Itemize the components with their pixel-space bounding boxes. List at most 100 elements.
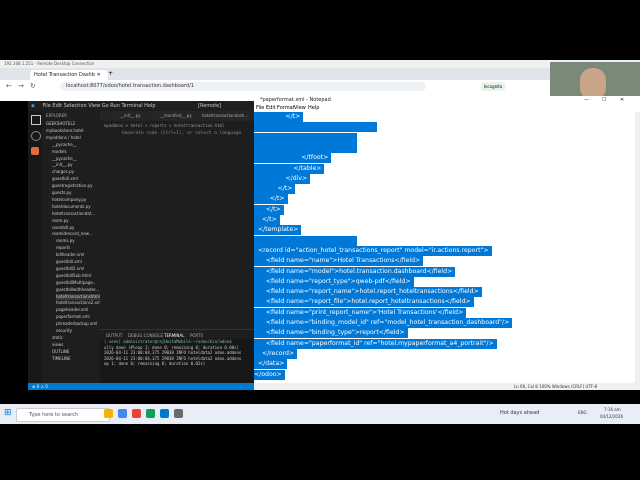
tree-item[interactable]: myaddons / hotel — [46, 135, 81, 142]
remote-desktop-titlebar: 192.168.1.251 - Remote Desktop Connectio… — [0, 60, 640, 68]
terminal[interactable]: (.venv) administrator@rajHostaMobile:~/o… — [100, 339, 254, 383]
explorer-sidebar: EXPLORER GEEKSHOTEL2 mybookstore.hotel mya… — [42, 111, 100, 383]
tree-item[interactable]: guestbill2.xml — [56, 266, 84, 273]
tree-item[interactable]: charges.py — [52, 169, 74, 176]
tree-item[interactable]: pageheader.xml — [56, 307, 88, 314]
app-icon[interactable] — [132, 409, 141, 418]
address-bar[interactable]: localhost:8077/odoo/hotel.transaction.da… — [60, 82, 426, 91]
editor-tab[interactable]: hoteltransactiondash... — [202, 113, 248, 118]
tree-item[interactable]: roombill.py — [52, 225, 74, 232]
tree-item[interactable]: GEEKSHOTEL2 — [46, 121, 75, 128]
editor-tab[interactable]: __init__.py — [120, 113, 141, 118]
browser-tab-title: Hotel Transaction Dashb — [34, 72, 95, 78]
back-icon[interactable]: ← — [6, 82, 12, 90]
notepad-line: <field name="name">Hotel Transactions</f… — [254, 256, 424, 267]
notepad-line — [254, 235, 357, 246]
tree-item[interactable]: guestbillMultipage... — [56, 280, 97, 287]
tree-item[interactable]: rooms.py — [56, 238, 75, 245]
tree-item[interactable]: __init__.py — [52, 162, 73, 169]
chrome-icon[interactable] — [118, 409, 127, 418]
tab-ports[interactable]: PORTS — [190, 333, 203, 338]
notepad-line: <field name="report_type">qweb-pdf</fiel… — [254, 276, 414, 287]
tree-item[interactable]: __pycache__ — [52, 156, 77, 163]
weather-widget[interactable]: Hot days ahead — [500, 410, 539, 416]
notepad-line: </t> — [254, 112, 304, 122]
git-icon[interactable] — [31, 147, 39, 155]
tree-item[interactable]: TIMELINE — [52, 356, 71, 363]
browser-tabstrip: Hotel Transaction Dashb ✕ + — [0, 68, 640, 80]
reload-icon[interactable]: ↻ — [30, 82, 36, 90]
breadcrumb: myaddons > hotel > reports > hoteltransa… — [104, 123, 225, 128]
tree-item[interactable]: guestbill.xml — [56, 259, 82, 266]
tab-output[interactable]: OUTPUT — [106, 333, 122, 338]
tree-item[interactable]: models — [52, 149, 67, 156]
notepad-line: </table> — [254, 163, 325, 174]
browser-tab[interactable]: Hotel Transaction Dashb ✕ — [30, 70, 108, 80]
menu-view[interactable]: View — [294, 105, 306, 112]
notepad-line — [254, 122, 377, 133]
tree-item[interactable]: mybookstore.hotel — [46, 128, 84, 135]
tree-item[interactable]: hoteltransactionshtml — [56, 293, 100, 301]
vscode-icon[interactable] — [160, 409, 169, 418]
notepad-statusbar: Ln 66, Col 8 100% Windows (CRLF) UTF-8 — [254, 383, 640, 390]
notepad-line: <field name="binding_type">report</field… — [254, 328, 408, 339]
file-explorer-icon[interactable] — [104, 409, 113, 418]
editor-tab[interactable]: __manifest__.py — [160, 113, 192, 118]
tree-item[interactable]: guestbillSub.html — [56, 273, 91, 280]
terminal-line: 2026-04-11 23:00:04,375 29038 INFO hotel… — [104, 350, 242, 355]
tab-debug-console[interactable]: DEBUG CONSOLE — [128, 333, 163, 338]
tree-item[interactable]: hoteltransactiondat... — [52, 211, 95, 218]
tree-item[interactable]: reports — [56, 245, 70, 252]
tree-item[interactable]: guestbill.xml — [52, 176, 78, 183]
close-icon[interactable]: ✕ — [620, 96, 624, 105]
notepad-line: </data> — [254, 359, 288, 370]
app-icon[interactable] — [174, 409, 183, 418]
app-icon[interactable] — [146, 409, 155, 418]
language-indicator[interactable]: ENG — [578, 410, 587, 415]
notepad-line: </t> — [254, 215, 280, 225]
tree-item[interactable]: OUTLINE — [52, 349, 69, 356]
tree-item[interactable]: roomidrecord_new... — [52, 231, 93, 238]
maximize-icon[interactable]: ☐ — [602, 96, 606, 105]
tree-item[interactable]: hoteltransactions2.xml — [56, 300, 100, 307]
menu-help[interactable]: Help — [308, 105, 319, 112]
notepad-line: </t> — [254, 204, 284, 215]
forward-icon[interactable]: → — [18, 82, 24, 90]
tree-item[interactable]: guests.py — [52, 190, 71, 197]
vscode-statusbar: ⊗ 0 ⚠ 0 — [28, 383, 254, 390]
explorer-header: EXPLORER — [46, 113, 67, 118]
menu-format[interactable]: Format — [277, 105, 295, 112]
profile-badge[interactable]: Incognito — [480, 82, 506, 91]
minimize-icon[interactable]: — — [584, 96, 589, 105]
menu-file[interactable]: File — [256, 105, 264, 112]
tree-item[interactable]: views — [52, 342, 63, 349]
notepad-scrollbar[interactable] — [635, 112, 640, 383]
notepad-title: *paperformat.xml - Notepad — [260, 97, 331, 103]
search-icon[interactable] — [31, 131, 41, 141]
notepad-text-area[interactable]: </t> </tfoot> </table> </div> </t> </t> … — [254, 112, 635, 383]
problems-count[interactable]: ⊗ 0 ⚠ 0 — [28, 384, 48, 389]
code-editor[interactable]: myaddons > hotel > reports > hoteltransa… — [100, 121, 254, 329]
notepad-line: <field name="paperformat_id" ref="hotel.… — [254, 338, 497, 349]
tree-item[interactable]: security — [56, 328, 72, 335]
windows-start-icon[interactable]: ⊞ — [4, 408, 12, 418]
tab-terminal[interactable]: TERMINAL — [164, 333, 184, 338]
tree-item[interactable]: guestregistration.py — [52, 183, 92, 190]
new-tab-icon[interactable]: + — [108, 70, 113, 77]
tree-item[interactable]: hotelcompany.py — [52, 197, 86, 204]
tree-item[interactable]: billheader.xml — [56, 252, 84, 259]
tree-item[interactable]: hoteldocuments.py — [52, 204, 91, 211]
tree-item[interactable]: guestbillwithheader... — [56, 287, 99, 294]
clock-date[interactable]: 04/12/2026 — [600, 414, 623, 419]
notepad-line: </template> — [254, 225, 302, 236]
menu-edit[interactable]: Edit — [266, 105, 276, 112]
tree-item[interactable]: __pycache__ — [52, 142, 77, 149]
tree-item[interactable]: phreaderbackup.xml — [56, 321, 97, 328]
tree-item[interactable]: static — [52, 335, 63, 342]
clock-time[interactable]: 7:16 am — [604, 407, 621, 412]
tree-item[interactable]: room.py — [52, 218, 69, 225]
notepad-line: <record id="action_hotel_transactions_re… — [254, 245, 492, 256]
tree-item[interactable]: paperformat.xml — [56, 314, 90, 321]
explorer-icon[interactable] — [31, 115, 41, 125]
taskbar-search[interactable]: Type here to search — [16, 408, 110, 422]
